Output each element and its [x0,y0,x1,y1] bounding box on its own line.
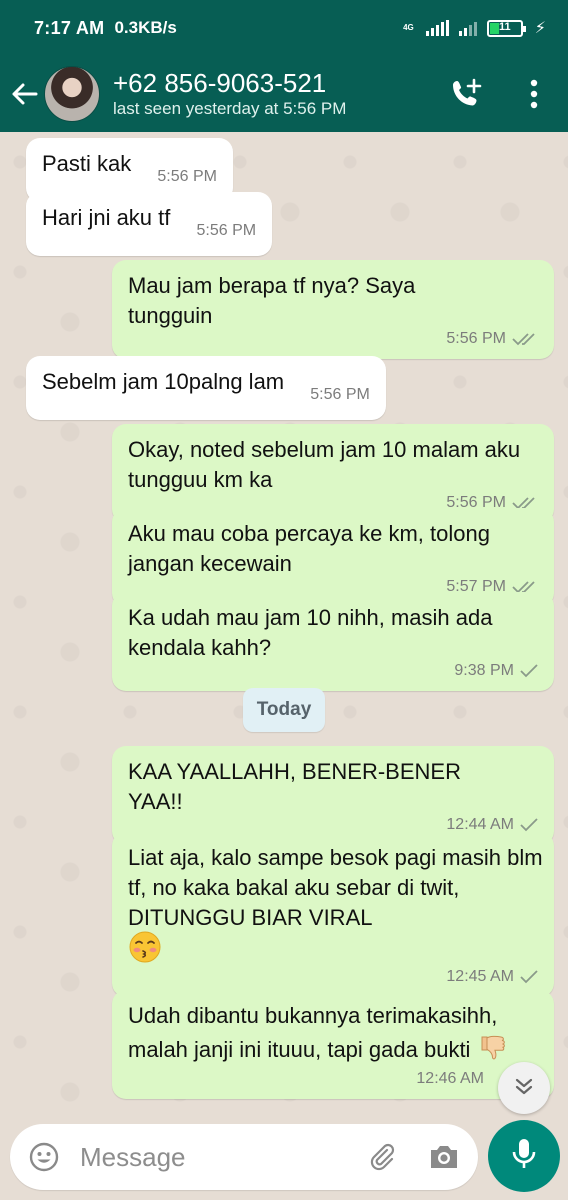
network-speed: 0.3KB/s [114,18,177,37]
double-check-icon [512,332,538,346]
chat-header: +62 856-9063-521 last seen yesterday at … [0,56,568,132]
message-text: Mau jam berapa tf nya? Saya tungguin [128,273,416,328]
contact-name: +62 856-9063-521 [113,68,327,98]
message-composer: Message [10,1124,478,1190]
add-call-icon[interactable] [446,74,486,114]
message-outgoing[interactable]: KAA YAALLAHH, BENER-BENER YAA!! 12:44 AM [112,746,554,845]
avatar[interactable] [44,66,100,122]
mic-button[interactable] [488,1120,560,1192]
status-time: 7:17 AM [34,17,105,38]
message-text: KAA YAALLAHH, BENER-BENER YAA!! [128,759,461,814]
message-text: Okay, noted sebelum jam 10 malam aku tun… [128,437,521,492]
message-text: Udah dibantu bukannya terimakasihh, mala… [128,1003,498,1062]
charging-icon: ⚡ [534,20,546,37]
double-chevron-down-icon [513,1075,535,1102]
message-time: 9:38 PM [454,662,514,679]
status-icons: 4G 11 ⚡ [403,18,546,38]
last-seen: last seen yesterday at 5:56 PM [113,99,347,118]
message-incoming[interactable]: Hari jni aku tf 5:56 PM [26,192,273,256]
message-time: 5:56 PM [446,330,506,347]
message-meta: 9:38 PM [128,661,538,681]
chat-area[interactable]: Pasti kak 5:56 PM Hari jni aku tf 5:56 P… [0,132,568,1120]
more-vert-icon[interactable] [514,74,554,114]
signal-label: 4G [403,23,414,32]
check-icon [520,664,538,678]
message-meta: 12:45 AM [128,967,538,987]
signal-icon [425,20,449,36]
message-meta: 12:46 AM [128,1069,538,1089]
message-text: Hari jni aku tf [42,205,171,230]
contact-info[interactable]: +62 856-9063-521 last seen yesterday at … [113,68,446,120]
back-arrow-icon[interactable] [10,74,40,114]
check-icon [520,818,538,832]
date-divider: Today [243,688,325,732]
message-text: Liat aja, kalo sampe besok pagi masih bl… [128,845,543,930]
message-time: 5:56 PM [196,222,257,239]
status-bar: 7:17 AM 0.3KB/s 4G 11 ⚡ [0,0,568,56]
mic-icon [511,1137,537,1176]
message-time: 5:56 PM [310,386,370,403]
message-input[interactable]: Message [80,1142,362,1173]
message-text: Pasti kak [42,151,132,176]
attach-icon[interactable] [362,1137,402,1177]
message-outgoing[interactable]: Ka udah mau jam 10 nihh, masih ada kenda… [112,592,554,691]
message-meta: 5:56 PM [128,329,538,349]
battery-icon: 11 [486,19,526,37]
message-incoming[interactable]: Sebelm jam 10palng lam 5:56 PM [26,356,386,420]
scroll-to-bottom-button[interactable] [498,1062,550,1114]
message-text: Aku mau coba percaya ke km, tolong janga… [128,521,490,576]
message-time: 12:46 AM [416,1070,484,1087]
message-text: Ka udah mau jam 10 nihh, masih ada kenda… [128,605,493,660]
message-outgoing[interactable]: Mau jam berapa tf nya? Saya tungguin 5:5… [112,260,554,359]
signal-icon-2 [458,20,477,36]
battery-level: 11 [498,20,511,33]
message-body: Udah dibantu bukannya terimakasihh, mala… [128,1001,548,1071]
check-icon [520,970,538,984]
emoji-icon[interactable] [24,1137,64,1177]
message-time: 12:45 AM [446,968,514,985]
message-outgoing[interactable]: Liat aja, kalo sampe besok pagi masih bl… [112,832,554,997]
message-text: Sebelm jam 10palng lam [42,369,285,394]
message-outgoing[interactable]: Udah dibantu bukannya terimakasihh, mala… [112,990,554,1099]
message-time: 5:56 PM [157,168,217,185]
camera-icon[interactable] [424,1137,464,1177]
kissing-face-emoji [128,930,162,972]
